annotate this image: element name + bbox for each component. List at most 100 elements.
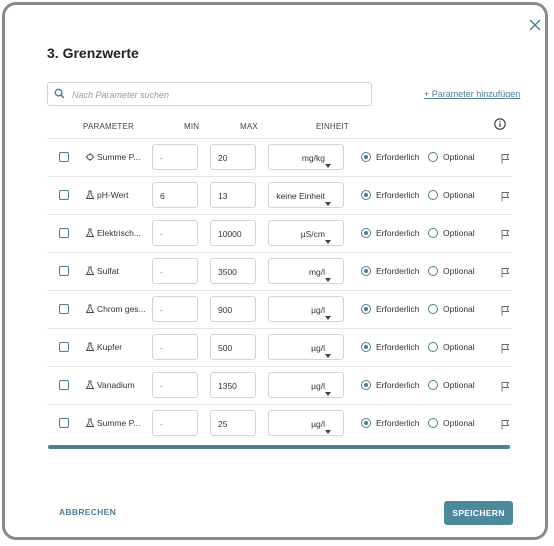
- search-field[interactable]: [47, 82, 372, 106]
- flag-icon[interactable]: [500, 303, 511, 321]
- min-input[interactable]: -: [152, 296, 198, 322]
- parameter-name: pH-Wert: [85, 190, 129, 200]
- optional-radio[interactable]: [428, 380, 438, 390]
- unit-value: µS/cm: [300, 229, 325, 239]
- min-value: -: [160, 419, 163, 429]
- unit-value: µg/l: [311, 419, 325, 429]
- row-divider: [47, 214, 512, 215]
- flask-icon: [85, 418, 95, 427]
- flag-icon[interactable]: [500, 265, 511, 283]
- unit-select[interactable]: µg/l: [268, 410, 344, 436]
- max-input[interactable]: 20: [210, 144, 256, 170]
- horizontal-scrollbar[interactable]: [48, 445, 510, 449]
- unit-select[interactable]: µg/l: [268, 372, 344, 398]
- max-input[interactable]: 900: [210, 296, 256, 322]
- unit-value: mg/kg: [301, 153, 325, 163]
- row-checkbox[interactable]: [59, 380, 69, 390]
- info-icon[interactable]: [494, 118, 506, 130]
- flag-icon[interactable]: [500, 341, 511, 359]
- required-label: Erforderlich: [376, 228, 420, 238]
- min-input[interactable]: -: [152, 144, 198, 170]
- min-value: -: [160, 305, 163, 315]
- flag-icon[interactable]: [500, 189, 511, 207]
- header-unit: EINHEIT: [316, 122, 349, 131]
- unit-value: µg/l: [311, 381, 325, 391]
- row-divider: [47, 252, 512, 253]
- max-value: 13: [218, 191, 228, 201]
- min-input[interactable]: -: [152, 372, 198, 398]
- row-checkbox[interactable]: [59, 266, 69, 276]
- min-input[interactable]: 6: [152, 182, 198, 208]
- required-radio[interactable]: [361, 152, 371, 162]
- table-row: Summe P... - 25 µg/l Erforderlich Optional: [5, 5, 551, 436]
- max-value: 3500: [218, 267, 237, 277]
- row-divider: [47, 366, 512, 367]
- optional-radio[interactable]: [428, 342, 438, 352]
- flag-icon[interactable]: [500, 417, 511, 435]
- optional-label: Optional: [443, 266, 475, 276]
- max-input[interactable]: 25: [210, 410, 256, 436]
- required-radio[interactable]: [361, 304, 371, 314]
- unit-select[interactable]: mg/l: [268, 258, 344, 284]
- search-input[interactable]: [70, 85, 364, 105]
- parameter-label: Kupfer: [97, 342, 123, 352]
- max-input[interactable]: 10000: [210, 220, 256, 246]
- unit-select[interactable]: µS/cm: [268, 220, 344, 246]
- flag-icon[interactable]: [500, 151, 511, 169]
- required-label: Erforderlich: [376, 190, 420, 200]
- row-checkbox[interactable]: [59, 190, 69, 200]
- max-input[interactable]: 1350: [210, 372, 256, 398]
- required-radio[interactable]: [361, 342, 371, 352]
- required-radio[interactable]: [361, 380, 371, 390]
- row-checkbox[interactable]: [59, 304, 69, 314]
- row-checkbox[interactable]: [59, 228, 69, 238]
- parameter-name: Kupfer: [85, 342, 122, 352]
- parameter-label: Elektrisch...: [97, 228, 141, 238]
- row-checkbox[interactable]: [59, 342, 69, 352]
- unit-select[interactable]: µg/l: [268, 334, 344, 360]
- unit-value: mg/l: [308, 267, 325, 277]
- row-checkbox[interactable]: [59, 418, 69, 428]
- header-max: MAX: [240, 122, 258, 131]
- unit-select[interactable]: keine Einheit: [268, 182, 344, 208]
- unit-select[interactable]: mg/kg: [268, 144, 344, 170]
- required-radio[interactable]: [361, 266, 371, 276]
- required-radio[interactable]: [361, 228, 371, 238]
- optional-radio[interactable]: [428, 152, 438, 162]
- save-button[interactable]: SPEICHERN: [444, 501, 513, 525]
- required-label: Erforderlich: [376, 380, 420, 390]
- optional-radio[interactable]: [428, 190, 438, 200]
- min-input[interactable]: -: [152, 258, 198, 284]
- dialog-title: 3. Grenzwerte: [47, 45, 139, 61]
- max-input[interactable]: 500: [210, 334, 256, 360]
- required-radio[interactable]: [361, 190, 371, 200]
- flask-icon: [85, 190, 95, 199]
- min-input[interactable]: -: [152, 410, 198, 436]
- flag-icon[interactable]: [500, 227, 511, 245]
- unit-select[interactable]: µg/l: [268, 296, 344, 322]
- optional-label: Optional: [443, 190, 475, 200]
- max-input[interactable]: 3500: [210, 258, 256, 284]
- required-radio[interactable]: [361, 418, 371, 428]
- min-input[interactable]: -: [152, 334, 198, 360]
- flask-icon: [85, 228, 95, 237]
- flag-icon[interactable]: [500, 379, 511, 397]
- unit-value: µg/l: [311, 343, 325, 353]
- row-checkbox[interactable]: [59, 152, 69, 162]
- parameter-name: Chrom ges...: [85, 304, 146, 314]
- parameter-name: Summe P...: [85, 152, 140, 162]
- unit-value: µg/l: [311, 305, 325, 315]
- parameter-name: Sulfat: [85, 266, 119, 276]
- min-input[interactable]: -: [152, 220, 198, 246]
- parameter-name: Summe P...: [85, 418, 140, 428]
- add-parameter-link[interactable]: + Parameter hinzufügen: [424, 89, 520, 99]
- optional-radio[interactable]: [428, 304, 438, 314]
- optional-radio[interactable]: [428, 228, 438, 238]
- cancel-button[interactable]: ABBRECHEN: [59, 507, 116, 517]
- min-value: -: [160, 229, 163, 239]
- optional-radio[interactable]: [428, 418, 438, 428]
- optional-radio[interactable]: [428, 266, 438, 276]
- flask-icon: [85, 304, 95, 313]
- flask-icon: [85, 380, 95, 389]
- max-input[interactable]: 13: [210, 182, 256, 208]
